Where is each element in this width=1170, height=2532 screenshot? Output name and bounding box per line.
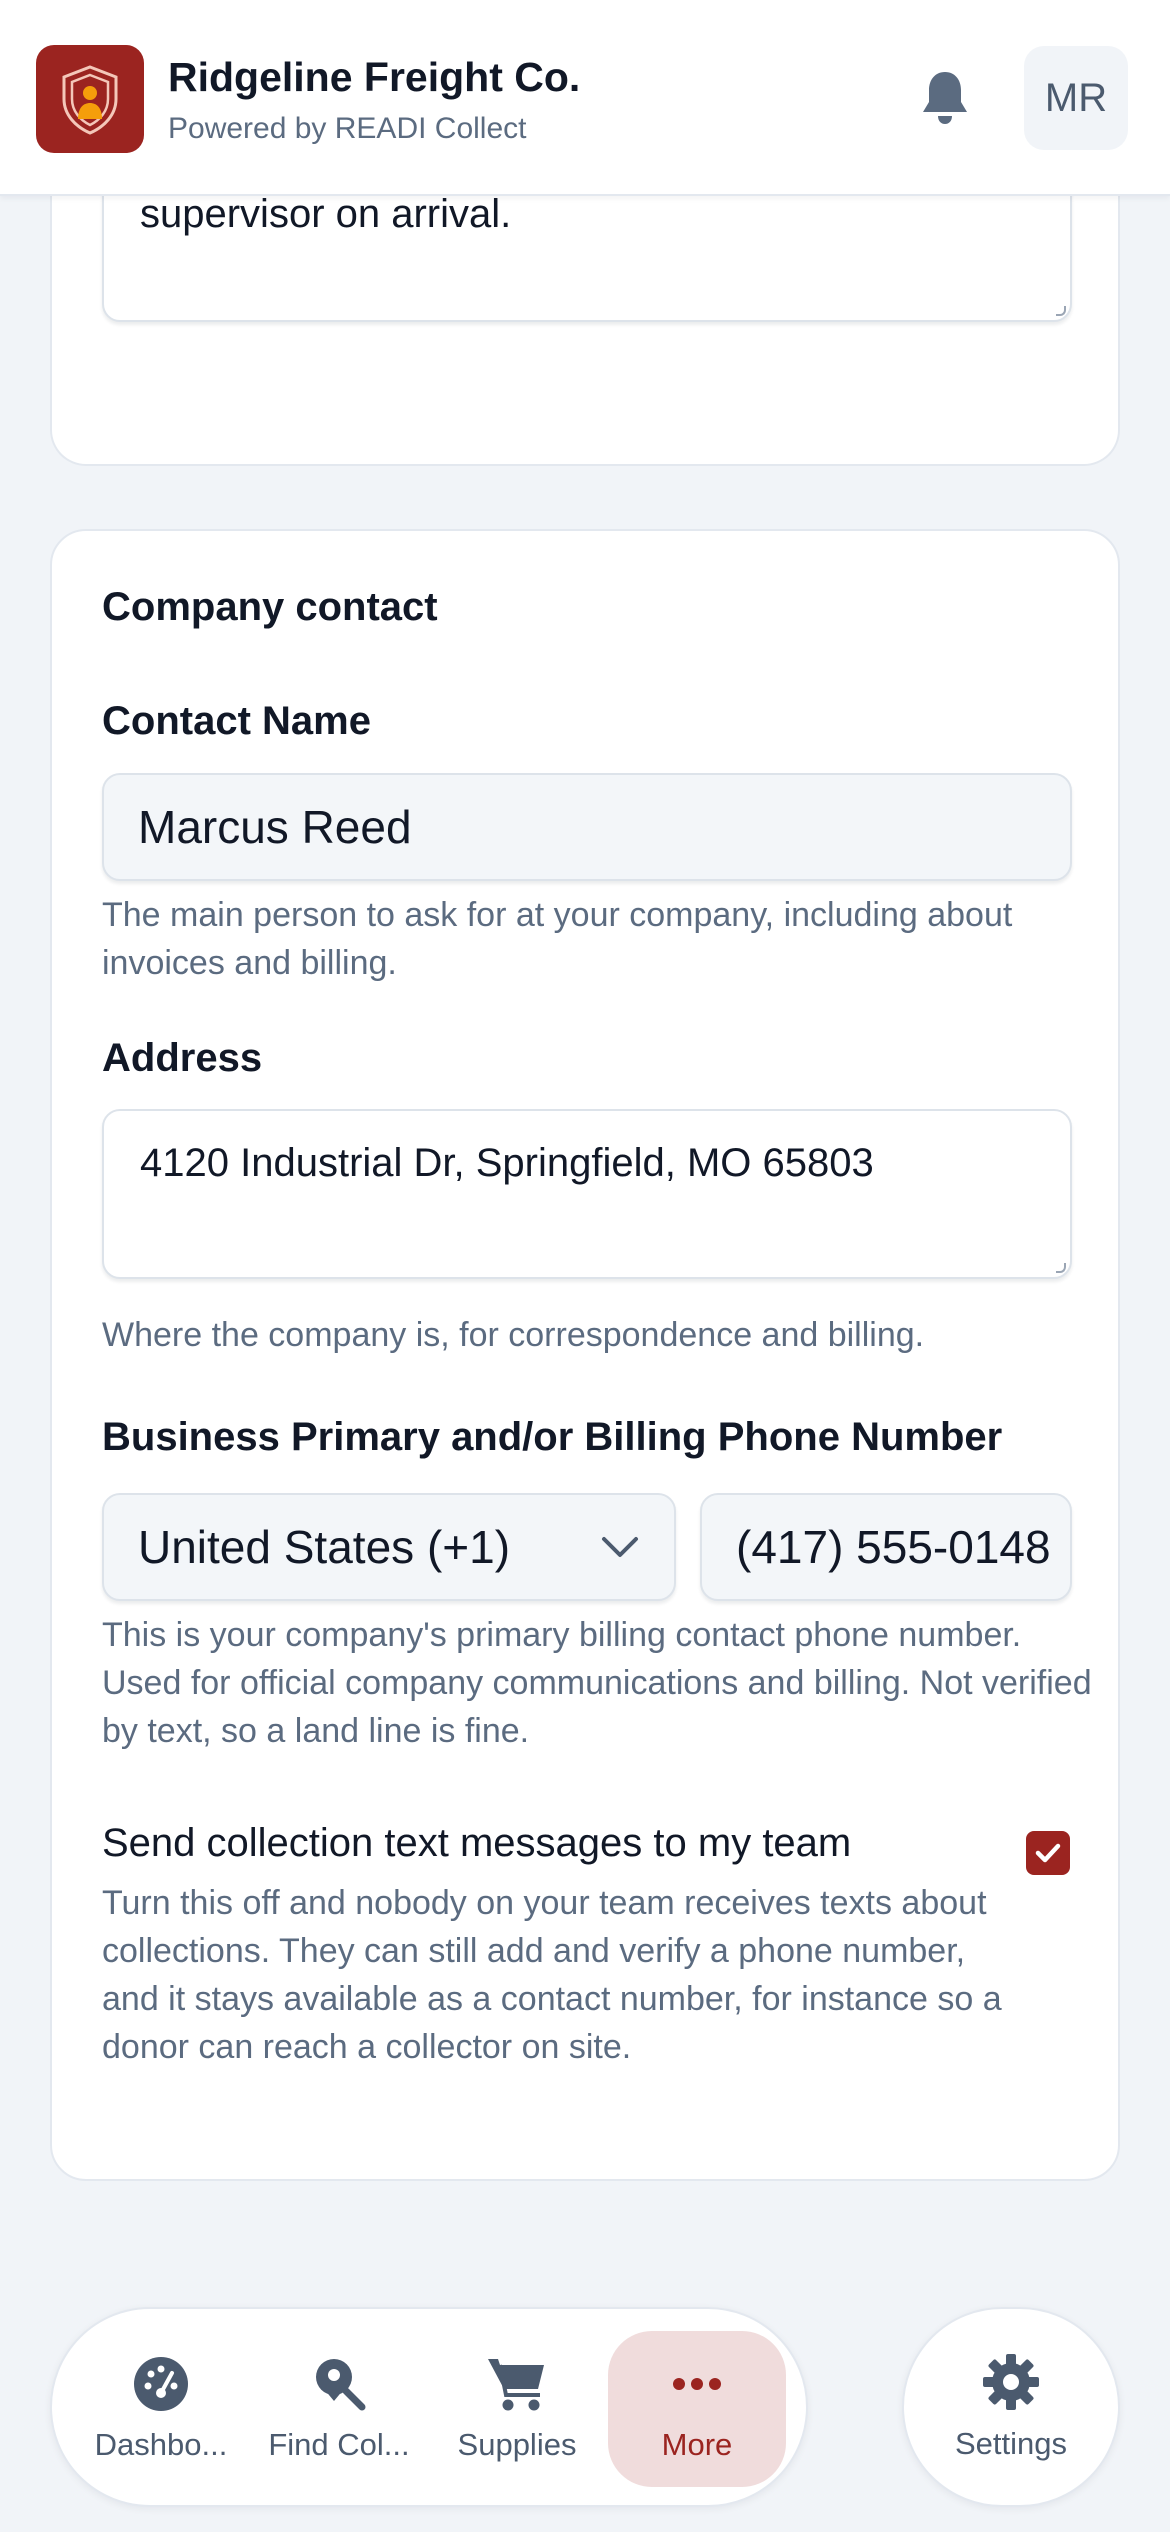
nav-item-settings[interactable]: Settings <box>902 2307 1120 2507</box>
app-subtitle: Powered by READI Collect <box>168 112 527 145</box>
page: Gate 3 on Industrial Drive. Ask for the … <box>0 0 1170 2532</box>
find-icon <box>316 2359 366 2411</box>
avatar[interactable]: MR <box>1024 46 1128 150</box>
sms-toggle-label: Send collection text messages to my team <box>102 1821 852 1865</box>
sms-toggle-checkbox[interactable] <box>1026 1831 1070 1875</box>
resize-grip[interactable] <box>1056 306 1066 316</box>
address-help: Where the company is, for correspondence… <box>102 1316 925 1354</box>
contact-name-value: Marcus Reed <box>138 801 412 853</box>
company-contact-card: Company contact Contact Name Marcus Reed… <box>50 529 1120 2181</box>
dashboard-icon <box>134 2357 188 2411</box>
nav-label-supplies: Supplies <box>457 2427 577 2462</box>
nav-item-supplies[interactable]: Supplies <box>428 2331 606 2487</box>
country-code-value: United States (+1) <box>138 1521 511 1573</box>
gear-icon <box>983 2354 1039 2410</box>
contact-name-help: The main person to ask for at your compa… <box>102 896 1013 982</box>
phone-number-value: (417) 555-0148 <box>736 1521 1051 1573</box>
nav-label-settings: Settings <box>954 2426 1067 2461</box>
more-icon <box>673 2378 721 2390</box>
nav-label-dashboard: Dashbo... <box>94 2427 228 2462</box>
address-value: 4120 Industrial Dr, Springfield, MO 6580… <box>140 1141 874 1185</box>
contact-name-label: Contact Name <box>102 699 371 743</box>
chevron-down-icon <box>600 1534 640 1560</box>
nav-item-more[interactable]: More <box>608 2331 786 2487</box>
address-textarea[interactable]: 4120 Industrial Dr, Springfield, MO 6580… <box>102 1109 1072 1279</box>
contact-name-input[interactable]: Marcus Reed <box>102 773 1072 881</box>
nav-label-more: More <box>661 2427 733 2462</box>
company-logo <box>36 45 144 153</box>
cart-icon <box>488 2359 544 2411</box>
shield-logo-icon <box>62 65 118 135</box>
check-icon <box>1035 1843 1061 1863</box>
nav-item-dashboard[interactable]: Dashbo... <box>72 2331 250 2487</box>
bottom-nav: Dashbo... Find Col... Supplies More <box>50 2307 808 2507</box>
phone-help: This is your company's primary billing c… <box>102 1616 1092 1750</box>
app-title: Ridgeline Freight Co. <box>168 54 581 100</box>
address-label: Address <box>102 1036 263 1080</box>
section-title: Company contact <box>102 585 438 629</box>
app-header: Ridgeline Freight Co. Powered by READI C… <box>0 0 1170 196</box>
phone-label: Business Primary and/or Billing Phone Nu… <box>102 1415 1003 1459</box>
notifications-bell-icon[interactable] <box>910 62 980 132</box>
sms-toggle-help: Turn this off and nobody on your team re… <box>102 1884 1002 2066</box>
resize-grip[interactable] <box>1056 1263 1066 1273</box>
country-code-select[interactable]: United States (+1) <box>102 1493 676 1601</box>
nav-label-find-collector: Find Col... <box>268 2427 410 2462</box>
nav-item-find-collector[interactable]: Find Col... <box>250 2331 428 2487</box>
phone-number-input[interactable]: (417) 555-0148 <box>700 1493 1072 1601</box>
